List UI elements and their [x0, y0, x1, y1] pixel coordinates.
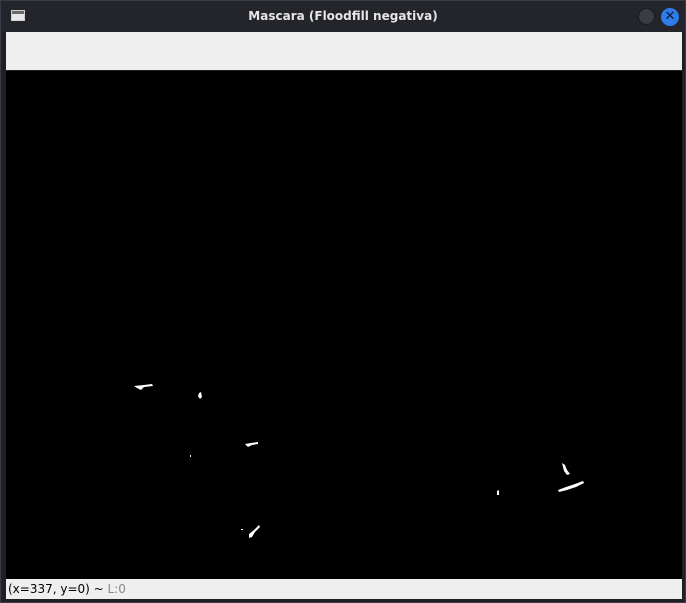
cursor-coordinates: (x=337, y=0) ~	[8, 582, 104, 596]
window-title: Mascara (Floodfill negativa)	[248, 9, 438, 23]
mask-blob	[558, 481, 584, 492]
status-bar: (x=337, y=0) ~ L:0	[6, 579, 682, 599]
toolbar-area	[6, 32, 682, 70]
close-button[interactable]: ✕	[661, 8, 679, 26]
close-x-icon: ✕	[664, 9, 676, 24]
mask-blob	[198, 392, 202, 399]
mask-blob	[249, 525, 260, 538]
mask-blob	[190, 455, 191, 457]
mask-blob	[562, 463, 570, 475]
minimize-button[interactable]	[638, 8, 655, 25]
mask-blob	[241, 529, 243, 530]
mask-blob	[497, 490, 499, 495]
mask-blob	[134, 384, 153, 390]
app-window: Mascara (Floodfill negativa) ✕ (x=337, y…	[0, 0, 686, 603]
mask-blob	[245, 442, 258, 447]
mask-image	[134, 384, 584, 538]
mask-image-canvas[interactable]	[6, 71, 682, 579]
title-bar[interactable]: Mascara (Floodfill negativa) ✕	[1, 1, 685, 32]
level-indicator: L:0	[107, 582, 126, 596]
